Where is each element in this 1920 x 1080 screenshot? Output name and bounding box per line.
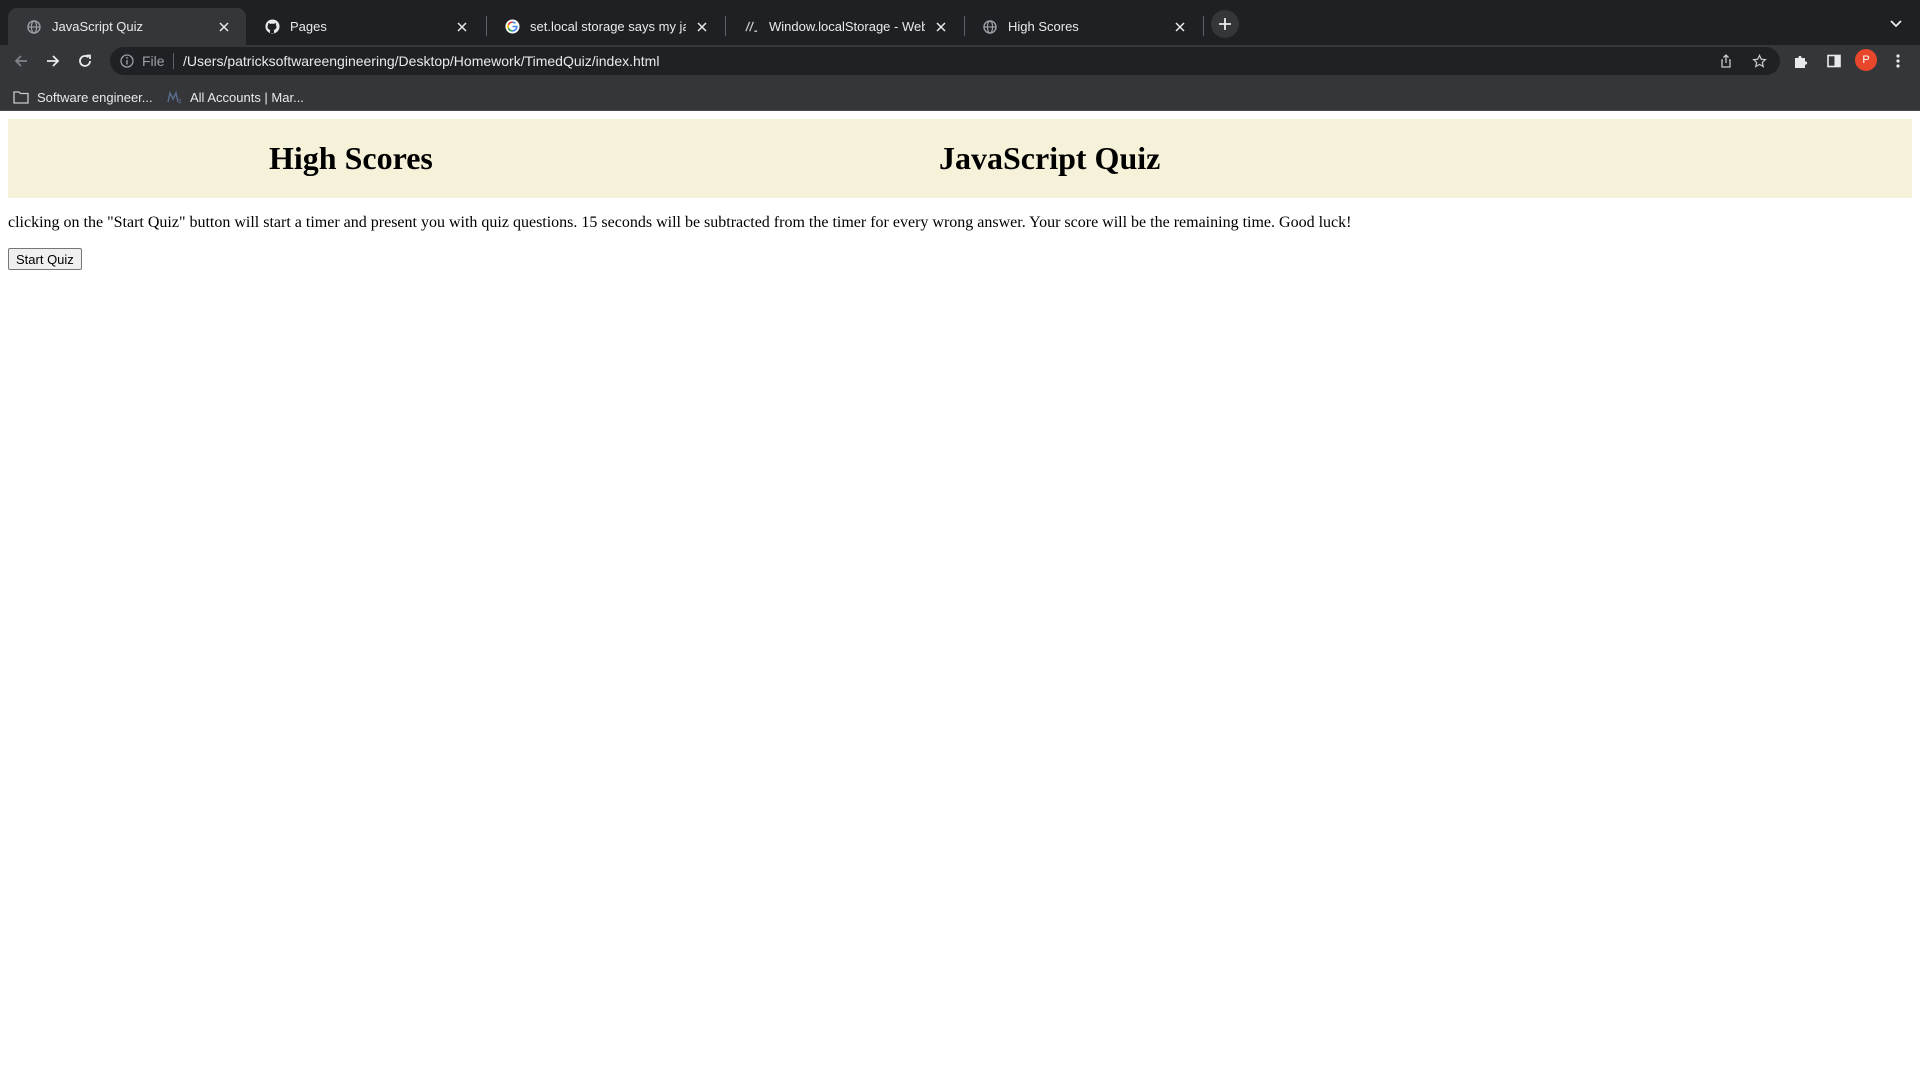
tab-high-scores[interactable]: High Scores (964, 8, 1202, 45)
tab-mdn-localstorage[interactable]: Window.localStorage - Web AP (725, 8, 963, 45)
tab-title: JavaScript Quiz (52, 19, 144, 34)
address-bar[interactable]: File /Users/patricksoftwareengineering/D… (110, 47, 1780, 75)
tab-title: High Scores (1008, 19, 1079, 34)
browser-menu-button[interactable] (1888, 51, 1908, 71)
side-panel-icon (1826, 53, 1842, 69)
chevron-down-icon (1889, 19, 1903, 29)
folder-icon (13, 89, 29, 105)
close-icon[interactable] (216, 19, 232, 35)
tab-javascript-quiz[interactable]: JavaScript Quiz (8, 8, 246, 45)
back-button[interactable] (7, 47, 35, 75)
address-scheme-label: File (142, 53, 165, 69)
arrow-left-icon (13, 53, 29, 69)
tab-google-search[interactable]: set.local storage says my javas (486, 8, 724, 45)
puzzle-icon (1793, 53, 1809, 69)
tab-search-button[interactable] (1886, 14, 1906, 34)
close-icon[interactable] (454, 19, 470, 35)
star-icon[interactable] (1751, 53, 1767, 69)
kebab-menu-icon (1896, 53, 1900, 69)
quiz-instructions: clicking on the "Start Quiz" button will… (8, 214, 1352, 231)
address-url[interactable]: /Users/patricksoftwareengineering/Deskto… (183, 47, 659, 75)
globe-icon (982, 19, 998, 35)
tab-separator (1203, 16, 1204, 36)
bookmark-label: Software engineer... (37, 89, 153, 105)
reload-icon (77, 53, 93, 69)
side-panel-button[interactable] (1824, 51, 1844, 71)
google-icon (504, 19, 520, 35)
close-icon[interactable] (1172, 19, 1188, 35)
profile-avatar[interactable]: P (1855, 49, 1877, 71)
info-icon[interactable] (119, 53, 135, 69)
github-icon (264, 19, 280, 35)
arrow-right-icon (45, 53, 61, 69)
page-title: JavaScript Quiz (939, 140, 1161, 176)
share-icon[interactable] (1718, 53, 1734, 69)
close-icon[interactable] (694, 19, 710, 35)
tab-title: Window.localStorage - Web AP (769, 19, 925, 34)
tab-pages[interactable]: Pages (246, 8, 484, 45)
mdn-icon (743, 19, 759, 35)
extensions-button[interactable] (1791, 51, 1811, 71)
forward-button[interactable] (39, 47, 67, 75)
browser-toolbar: File /Users/patricksoftwareengineering/D… (0, 45, 1920, 120)
bank-icon (166, 89, 182, 105)
close-icon[interactable] (933, 19, 949, 35)
bookmark-all-accounts[interactable]: All Accounts | Mar... (166, 83, 304, 111)
reload-button[interactable] (71, 47, 99, 75)
address-divider (173, 53, 174, 69)
page-content: High Scores JavaScript Quiz clicking on … (0, 111, 1920, 1080)
tab-title: Pages (290, 19, 327, 34)
plus-icon (1218, 17, 1232, 31)
tab-strip: JavaScript Quiz Pages set.local storage … (0, 0, 1920, 45)
globe-icon (26, 19, 42, 35)
new-tab-button[interactable] (1211, 10, 1239, 38)
bookmark-folder-software[interactable]: Software engineer... (13, 83, 153, 111)
quiz-header: High Scores JavaScript Quiz (8, 119, 1912, 198)
bookmark-label: All Accounts | Mar... (190, 89, 304, 105)
high-scores-link[interactable]: High Scores (269, 140, 433, 177)
tab-title: set.local storage says my javas (530, 19, 686, 34)
start-quiz-button[interactable]: Start Quiz (8, 248, 82, 270)
